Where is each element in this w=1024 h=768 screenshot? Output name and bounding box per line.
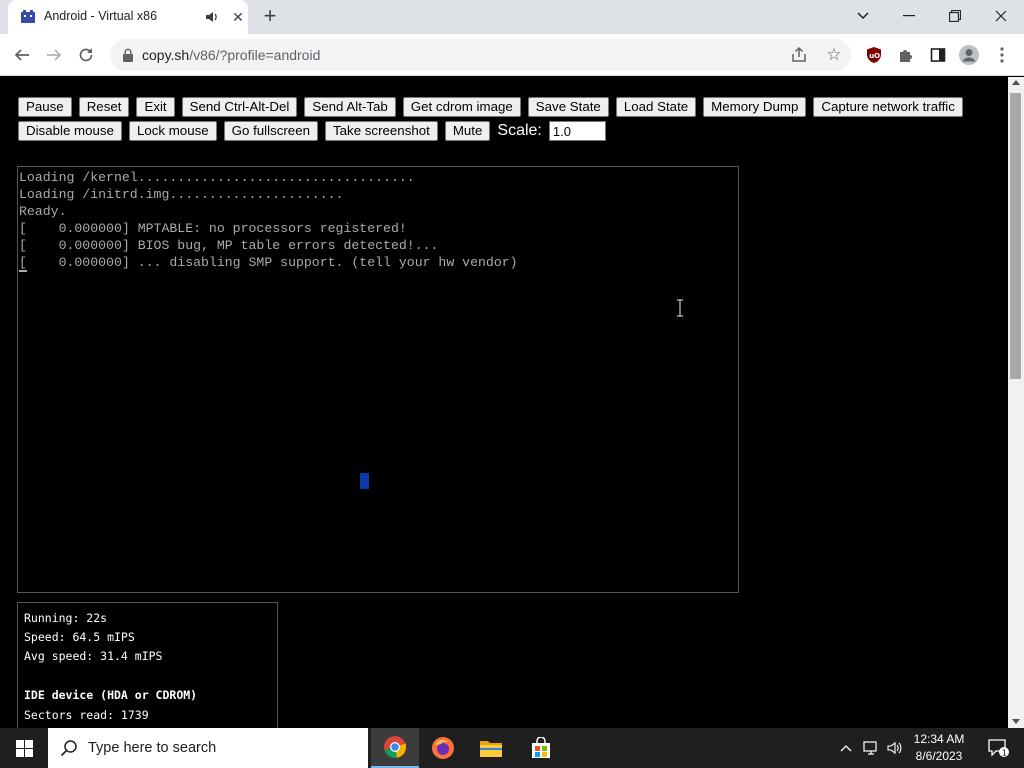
star-icon[interactable]: ☆ [824, 45, 844, 65]
sectors-read: Sectors read: 1739 [24, 708, 149, 722]
scroll-down-icon[interactable] [1012, 719, 1020, 724]
get-cdrom-image-button[interactable]: Get cdrom image [402, 97, 521, 117]
terminal-output: Loading /kernel.........................… [19, 169, 518, 271]
send-ctrl-alt-del-button[interactable]: Send Ctrl-Alt-Del [181, 97, 298, 117]
close-icon[interactable] [978, 0, 1024, 32]
save-state-button[interactable]: Save State [527, 97, 609, 117]
volume-icon[interactable] [884, 728, 906, 768]
terminal-line: Loading /kernel.........................… [19, 170, 415, 185]
share-icon[interactable] [790, 46, 808, 64]
reset-button[interactable]: Reset [78, 97, 130, 117]
terminal-line: Ready. [19, 204, 67, 219]
disable-mouse-button[interactable]: Disable mouse [18, 121, 122, 141]
close-tab-icon[interactable]: ✕ [230, 9, 246, 25]
speed: Speed: 64.5 mIPS [24, 630, 135, 644]
minimize-icon[interactable] [886, 0, 932, 32]
scroll-up-icon[interactable] [1012, 80, 1020, 85]
terminal-line: [ 0.000000] MPTABLE: no processors regis… [19, 221, 407, 236]
running-time: Running: 22s [24, 611, 108, 625]
search-icon [60, 740, 77, 757]
control-row-1: Pause Reset Exit Send Ctrl-Alt-Del Send … [18, 97, 963, 117]
mute-button[interactable]: Mute [444, 121, 491, 141]
ibeam-cursor-icon [677, 299, 683, 317]
back-icon[interactable] [11, 44, 33, 66]
tab-strip: Android - Virtual x86 ✕ + [0, 0, 1024, 34]
text-cursor [19, 270, 27, 272]
lock-icon[interactable] [122, 48, 134, 62]
chrome-taskbar-app[interactable] [371, 728, 419, 768]
store-taskbar-app[interactable] [517, 728, 565, 768]
store-icon [532, 737, 550, 758]
scale-input[interactable] [548, 121, 606, 141]
send-alt-tab-button[interactable]: Send Alt-Tab [304, 97, 396, 117]
terminal-line: [ 0.000000] BIOS bug, MP table errors de… [19, 238, 439, 253]
side-panel-icon[interactable] [927, 44, 949, 66]
go-fullscreen-button[interactable]: Go fullscreen [223, 121, 318, 141]
terminal-line: [ 0.000000] ... disabling SMP support. (… [19, 255, 518, 270]
stats-panel: Running: 22s Speed: 64.5 mIPS Avg speed:… [17, 602, 278, 732]
windows-logo-icon [15, 739, 33, 757]
extensions-icon[interactable] [895, 44, 917, 66]
ublock-icon[interactable]: uO [863, 44, 885, 66]
ide-heading: IDE device (HDA or CDROM) [24, 688, 198, 702]
scale-label: Scale: [497, 122, 542, 139]
terminal-line: Loading /initrd.img.....................… [19, 187, 344, 202]
maximize-icon[interactable] [932, 0, 978, 32]
tab-search-icon[interactable] [840, 0, 886, 32]
lock-mouse-button[interactable]: Lock mouse [128, 121, 217, 141]
avg-speed: Avg speed: 31.4 mIPS [24, 649, 163, 663]
show-hidden-icons-icon[interactable] [836, 728, 856, 768]
network-icon[interactable] [860, 728, 882, 768]
audio-playing-icon[interactable] [205, 9, 219, 25]
address-bar[interactable]: copy.sh/v86/?profile=android ☆ [110, 39, 851, 71]
emulator-screen[interactable]: Loading /kernel.........................… [17, 166, 739, 593]
file-explorer-taskbar-app[interactable] [467, 728, 515, 768]
notification-count: 1 [1002, 748, 1007, 757]
taskbar: Type here to search 12:34 AM 8/6/2023 1 [0, 728, 1024, 768]
chrome-icon [384, 736, 407, 758]
firefox-icon [432, 737, 454, 759]
url-text[interactable]: copy.sh/v86/?profile=android [142, 47, 320, 63]
v86-favicon-icon [21, 10, 35, 23]
start-button[interactable] [0, 728, 48, 768]
capture-network-traffic-button[interactable]: Capture network traffic [813, 97, 963, 117]
load-state-button[interactable]: Load State [615, 97, 697, 117]
page-scrollbar[interactable] [1008, 77, 1024, 728]
pause-button[interactable]: Pause [18, 97, 72, 117]
clock-date: 8/6/2023 [915, 749, 963, 763]
browser-toolbar: copy.sh/v86/?profile=android ☆ uO [0, 34, 1024, 76]
new-tab-button[interactable]: + [259, 5, 281, 27]
taskbar-search[interactable]: Type here to search [48, 728, 368, 768]
notification-center-icon[interactable]: 1 [978, 728, 1018, 768]
memory-dump-button[interactable]: Memory Dump [703, 97, 807, 117]
profile-icon[interactable] [958, 44, 980, 66]
control-row-2: Disable mouse Lock mouse Go fullscreen T… [18, 121, 606, 141]
folder-icon [480, 741, 502, 757]
scroll-thumb[interactable] [1010, 93, 1021, 379]
svg-text:uO: uO [869, 52, 880, 60]
tab-title: Android - Virtual x86 [44, 9, 158, 23]
emulated-mouse-cursor [360, 473, 369, 489]
take-screenshot-button[interactable]: Take screenshot [325, 121, 438, 141]
firefox-taskbar-app[interactable] [419, 728, 467, 768]
menu-icon[interactable] [991, 44, 1013, 66]
clock-time: 12:34 AM [913, 732, 965, 746]
clock[interactable]: 12:34 AM 8/6/2023 [906, 731, 972, 765]
reload-icon[interactable] [75, 44, 97, 66]
forward-icon[interactable] [43, 44, 65, 66]
exit-button[interactable]: Exit [136, 97, 175, 117]
browser-tab[interactable]: Android - Virtual x86 ✕ [8, 0, 248, 34]
search-placeholder: Type here to search [88, 740, 217, 756]
